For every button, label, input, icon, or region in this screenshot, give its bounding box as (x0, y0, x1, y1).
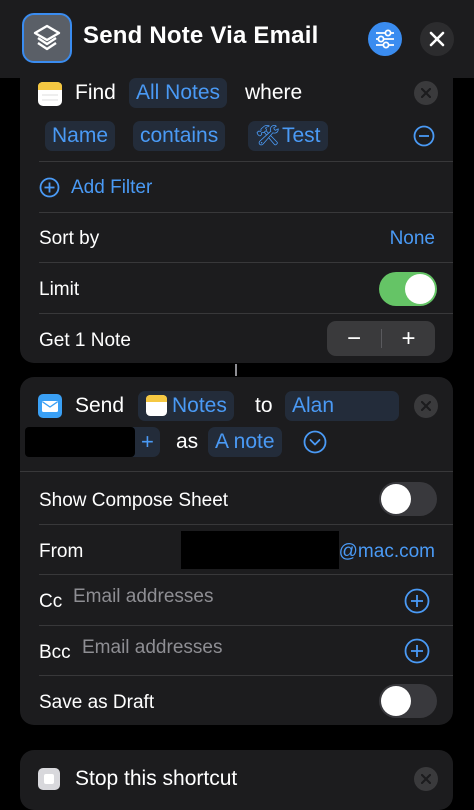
get-count-label: Get 1 Note (39, 330, 131, 351)
divider (39, 524, 453, 525)
hammer-wrench-icon: 🛠 (255, 125, 281, 147)
send-email-action: Send Notes to Alan + as A note Show Comp… (20, 377, 453, 725)
shortcut-title[interactable]: Send Note Via Email (83, 22, 318, 50)
redacted-block (25, 427, 135, 457)
toggle-knob (405, 274, 435, 304)
show-compose-toggle[interactable] (379, 482, 437, 516)
divider (39, 313, 453, 314)
editor-header: Send Note Via Email (0, 0, 474, 78)
divider (39, 212, 453, 213)
remove-action-button[interactable] (414, 394, 438, 418)
cc-input[interactable]: Email addresses (73, 586, 213, 608)
divider (39, 675, 453, 676)
toggle-knob (381, 686, 411, 716)
remove-filter-icon[interactable] (413, 125, 435, 147)
save-draft-toggle[interactable] (379, 684, 437, 718)
close-icon (421, 774, 431, 784)
add-recipient-button[interactable]: + (141, 427, 154, 457)
notes-scope-pill[interactable]: All Notes (129, 78, 228, 108)
stop-label: Stop this shortcut (75, 767, 238, 790)
count-stepper: − + (327, 321, 435, 356)
filter-field-pill[interactable]: Name (45, 121, 116, 151)
format-pill[interactable]: A note (208, 427, 282, 457)
divider (20, 471, 453, 472)
stop-icon (38, 768, 60, 790)
where-label: where (245, 81, 303, 104)
recipient-pill[interactable]: Alan (285, 391, 399, 421)
to-label: to (255, 394, 273, 417)
stepper-decrement-button[interactable]: − (327, 321, 381, 356)
close-button[interactable] (420, 22, 454, 56)
chevron-down-circle-icon[interactable] (303, 430, 327, 454)
content-pill-label: Notes (172, 394, 227, 417)
divider (39, 161, 453, 162)
notes-app-icon (146, 395, 167, 416)
from-label: From (39, 541, 84, 562)
stepper-increment-button[interactable]: + (382, 321, 435, 356)
sort-by-value[interactable]: None (390, 228, 435, 250)
remove-action-button[interactable] (414, 767, 438, 791)
find-verb: Find (75, 81, 116, 104)
remove-action-button[interactable] (414, 81, 438, 105)
add-bcc-icon[interactable] (404, 638, 430, 664)
sliders-icon (376, 29, 394, 49)
redacted-block (181, 531, 339, 569)
add-filter-label: Add Filter (71, 177, 153, 198)
find-notes-action: Find All Notes where Name contains 🛠 Tes… (20, 70, 453, 363)
add-filter-button[interactable]: Add Filter (39, 174, 199, 200)
cc-label: Cc (39, 591, 63, 612)
divider (39, 574, 453, 575)
add-cc-icon[interactable] (404, 588, 430, 614)
show-compose-label: Show Compose Sheet (39, 490, 229, 511)
divider (39, 262, 453, 263)
close-icon (421, 88, 431, 98)
action-connector (235, 364, 237, 376)
close-icon (429, 31, 445, 47)
limit-toggle[interactable] (379, 272, 437, 306)
filter-value-pill[interactable]: 🛠 Test (248, 121, 328, 151)
sort-by-label: Sort by (39, 228, 100, 249)
toggle-knob (381, 484, 411, 514)
save-draft-label: Save as Draft (39, 692, 155, 713)
plus-circle-icon (39, 177, 60, 198)
from-address[interactable]: @mac.com (339, 541, 435, 563)
shortcut-icon-button[interactable] (22, 13, 72, 63)
filter-operator-pill[interactable]: contains (133, 121, 226, 151)
send-verb: Send (75, 394, 125, 417)
recipient-pill-continued[interactable]: + (25, 427, 160, 457)
mail-icon (38, 394, 62, 418)
content-pill[interactable]: Notes (138, 391, 234, 421)
limit-label: Limit (39, 279, 80, 300)
settings-button[interactable] (368, 22, 402, 56)
notes-app-icon (38, 82, 62, 106)
bcc-label: Bcc (39, 642, 71, 663)
bcc-input[interactable]: Email addresses (82, 637, 222, 659)
stop-shortcut-action: Stop this shortcut (20, 750, 453, 810)
close-icon (421, 401, 431, 411)
filter-value-text: Test (282, 124, 321, 147)
as-label: as (176, 430, 199, 453)
divider (39, 625, 453, 626)
shortcuts-layers-icon (33, 24, 61, 51)
